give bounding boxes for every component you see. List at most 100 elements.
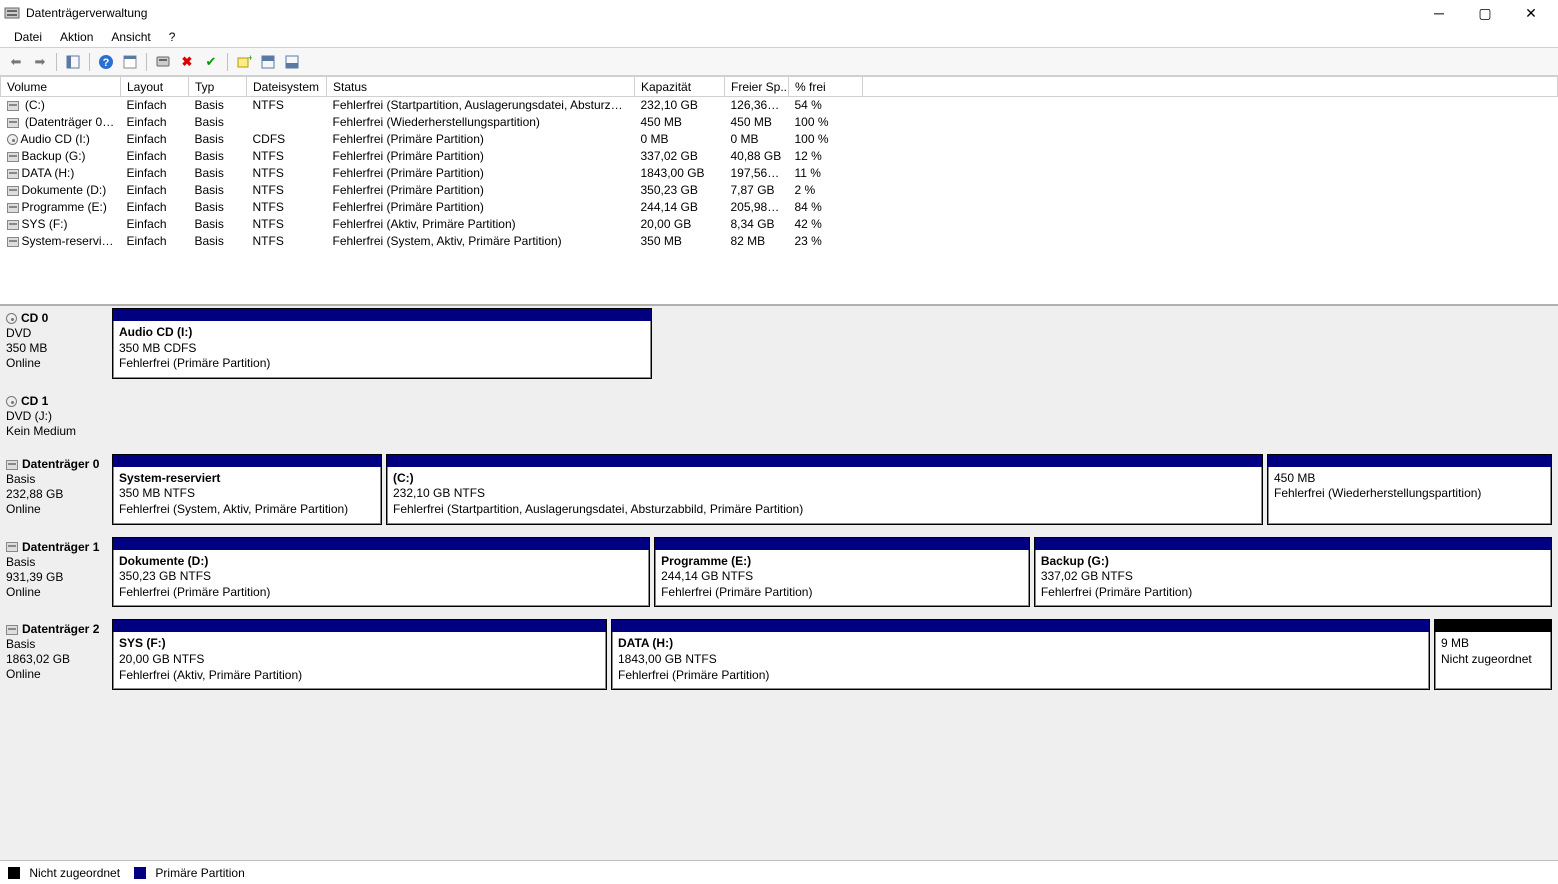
disk-label[interactable]: CD 1DVD (J:)Kein Medium (2, 391, 112, 442)
disk-partitions: SYS (F:)20,00 GB NTFSFehlerfrei (Aktiv, … (112, 619, 1556, 690)
cell-free: 7,87 GB (725, 182, 789, 199)
cell-layout: Einfach (121, 233, 189, 250)
disk-label[interactable]: CD 0DVD350 MBOnline (2, 308, 112, 379)
cell-layout: Einfach (121, 114, 189, 131)
partition-body: Audio CD (I:)350 MB CDFSFehlerfrei (Prim… (113, 321, 651, 378)
toolbar-separator (146, 53, 147, 71)
volume-row[interactable]: SYS (F:)EinfachBasisNTFSFehlerfrei (Akti… (1, 216, 1558, 233)
disk-row[interactable]: CD 0DVD350 MBOnlineAudio CD (I:)350 MB C… (2, 308, 1556, 379)
partition-block[interactable]: SYS (F:)20,00 GB NTFSFehlerfrei (Aktiv, … (112, 619, 607, 690)
cell-capacity: 20,00 GB (635, 216, 725, 233)
partition-status: Fehlerfrei (Primäre Partition) (1041, 585, 1545, 601)
partition-block[interactable]: 450 MBFehlerfrei (Wiederherstellungspart… (1267, 454, 1552, 525)
partition-block[interactable]: Backup (G:)337,02 GB NTFSFehlerfrei (Pri… (1034, 537, 1552, 608)
partition-status: Fehlerfrei (Primäre Partition) (119, 585, 643, 601)
cell-capacity: 450 MB (635, 114, 725, 131)
partition-block[interactable]: Programme (E:)244,14 GB NTFSFehlerfrei (… (654, 537, 1030, 608)
volume-row[interactable]: (C:)EinfachBasisNTFSFehlerfrei (Startpar… (1, 97, 1558, 114)
partition-body: Backup (G:)337,02 GB NTFSFehlerfrei (Pri… (1035, 550, 1551, 607)
disk-label[interactable]: Datenträger 0Basis232,88 GBOnline (2, 454, 112, 525)
minimize-button[interactable]: ─ (1416, 0, 1462, 26)
partition-block[interactable]: (C:)232,10 GB NTFSFehlerfrei (Startparti… (386, 454, 1263, 525)
delete-icon[interactable]: ✖ (177, 52, 197, 72)
cell-status: Fehlerfrei (Primäre Partition) (327, 182, 635, 199)
col-blank[interactable] (863, 77, 1558, 97)
disk-info-line: 931,39 GB (6, 570, 106, 585)
back-button[interactable]: ⬅ (6, 52, 26, 72)
cell-capacity: 244,14 GB (635, 199, 725, 216)
volume-row[interactable]: (Datenträger 0 Par...EinfachBasisFehlerf… (1, 114, 1558, 131)
partition-size: 350,23 GB NTFS (119, 569, 643, 585)
new-partition-icon[interactable]: + (234, 52, 254, 72)
volume-table[interactable]: Volume Layout Typ Dateisystem Status Kap… (0, 76, 1558, 250)
close-button[interactable]: ✕ (1508, 0, 1554, 26)
partition-block[interactable]: System-reserviert350 MB NTFSFehlerfrei (… (112, 454, 382, 525)
volume-row[interactable]: System-reserviertEinfachBasisNTFSFehlerf… (1, 233, 1558, 250)
volume-row[interactable]: Backup (G:)EinfachBasisNTFSFehlerfrei (P… (1, 148, 1558, 165)
col-fs[interactable]: Dateisystem (247, 77, 327, 97)
cell-pct: 84 % (789, 199, 863, 216)
maximize-button[interactable]: ▢ (1462, 0, 1508, 26)
volume-row[interactable]: DATA (H:)EinfachBasisNTFSFehlerfrei (Pri… (1, 165, 1558, 182)
menu-file[interactable]: Datei (6, 28, 50, 46)
cell-status: Fehlerfrei (Primäre Partition) (327, 148, 635, 165)
col-volume[interactable]: Volume (1, 77, 121, 97)
layout-bottom-icon[interactable] (282, 52, 302, 72)
col-free[interactable]: Freier Sp... (725, 77, 789, 97)
disk-row[interactable]: Datenträger 1Basis931,39 GBOnlineDokumen… (2, 537, 1556, 608)
col-pctfree[interactable]: % frei (789, 77, 863, 97)
col-type[interactable]: Typ (189, 77, 247, 97)
partition-block[interactable]: Audio CD (I:)350 MB CDFSFehlerfrei (Prim… (112, 308, 652, 379)
col-layout[interactable]: Layout (121, 77, 189, 97)
properties-icon[interactable] (120, 52, 140, 72)
disk-name: Datenträger 2 (22, 622, 99, 636)
partition-status: Fehlerfrei (Startpartition, Auslagerungs… (393, 502, 1256, 518)
unallocated-block[interactable]: 9 MBNicht zugeordnet (1434, 619, 1552, 690)
check-icon[interactable]: ✔ (201, 52, 221, 72)
disk-info-line: Online (6, 502, 106, 517)
menu-view[interactable]: Ansicht (103, 28, 158, 46)
cell-volume: Audio CD (I:) (1, 131, 121, 148)
partition-status: Fehlerfrei (Aktiv, Primäre Partition) (119, 668, 600, 684)
show-hide-console-tree-icon[interactable] (63, 52, 83, 72)
partition-block[interactable]: DATA (H:)1843,00 GB NTFSFehlerfrei (Prim… (611, 619, 1430, 690)
refresh-icon[interactable] (153, 52, 173, 72)
disk-info-line: Online (6, 667, 106, 682)
svg-text:?: ? (103, 57, 110, 69)
disk-label[interactable]: Datenträger 2Basis1863,02 GBOnline (2, 619, 112, 690)
menu-help[interactable]: ? (161, 28, 184, 46)
volume-row[interactable]: Audio CD (I:)EinfachBasisCDFSFehlerfrei … (1, 131, 1558, 148)
legend-primary-label: Primäre Partition (155, 866, 244, 880)
disk-name: CD 0 (21, 311, 48, 325)
volume-table-header[interactable]: Volume Layout Typ Dateisystem Status Kap… (1, 77, 1558, 97)
drive-icon (7, 118, 19, 128)
disk-row[interactable]: CD 1DVD (J:)Kein Medium (2, 391, 1556, 442)
partition-body: SYS (F:)20,00 GB NTFSFehlerfrei (Aktiv, … (113, 632, 606, 689)
forward-button[interactable]: ➡ (30, 52, 50, 72)
drive-icon (7, 101, 19, 111)
col-status[interactable]: Status (327, 77, 635, 97)
menu-action[interactable]: Aktion (52, 28, 101, 46)
disk-row[interactable]: Datenträger 0Basis232,88 GBOnlineSystem-… (2, 454, 1556, 525)
disk-row[interactable]: Datenträger 2Basis1863,02 GBOnlineSYS (F… (2, 619, 1556, 690)
volume-row[interactable]: Dokumente (D:)EinfachBasisNTFSFehlerfrei… (1, 182, 1558, 199)
partition-size: 350 MB NTFS (119, 486, 375, 502)
cell-fs: NTFS (247, 199, 327, 216)
volume-row[interactable]: Programme (E:)EinfachBasisNTFSFehlerfrei… (1, 199, 1558, 216)
col-capacity[interactable]: Kapazität (635, 77, 725, 97)
volume-list-pane[interactable]: Volume Layout Typ Dateisystem Status Kap… (0, 76, 1558, 306)
layout-top-icon[interactable] (258, 52, 278, 72)
disk-label[interactable]: Datenträger 1Basis931,39 GBOnline (2, 537, 112, 608)
cell-fs: NTFS (247, 233, 327, 250)
disk-info-line: Basis (6, 472, 106, 487)
cell-layout: Einfach (121, 97, 189, 114)
cd-icon (7, 134, 18, 145)
legend-unallocated-label: Nicht zugeordnet (29, 866, 120, 880)
cell-volume-name: Backup (G:) (22, 149, 86, 163)
partition-block[interactable]: Dokumente (D:)350,23 GB NTFSFehlerfrei (… (112, 537, 650, 608)
cell-layout: Einfach (121, 148, 189, 165)
disk-partitions (112, 391, 1556, 442)
disk-graphic-pane[interactable]: CD 0DVD350 MBOnlineAudio CD (I:)350 MB C… (0, 306, 1558, 860)
help-icon[interactable]: ? (96, 52, 116, 72)
partition-size: 450 MB (1274, 471, 1545, 487)
